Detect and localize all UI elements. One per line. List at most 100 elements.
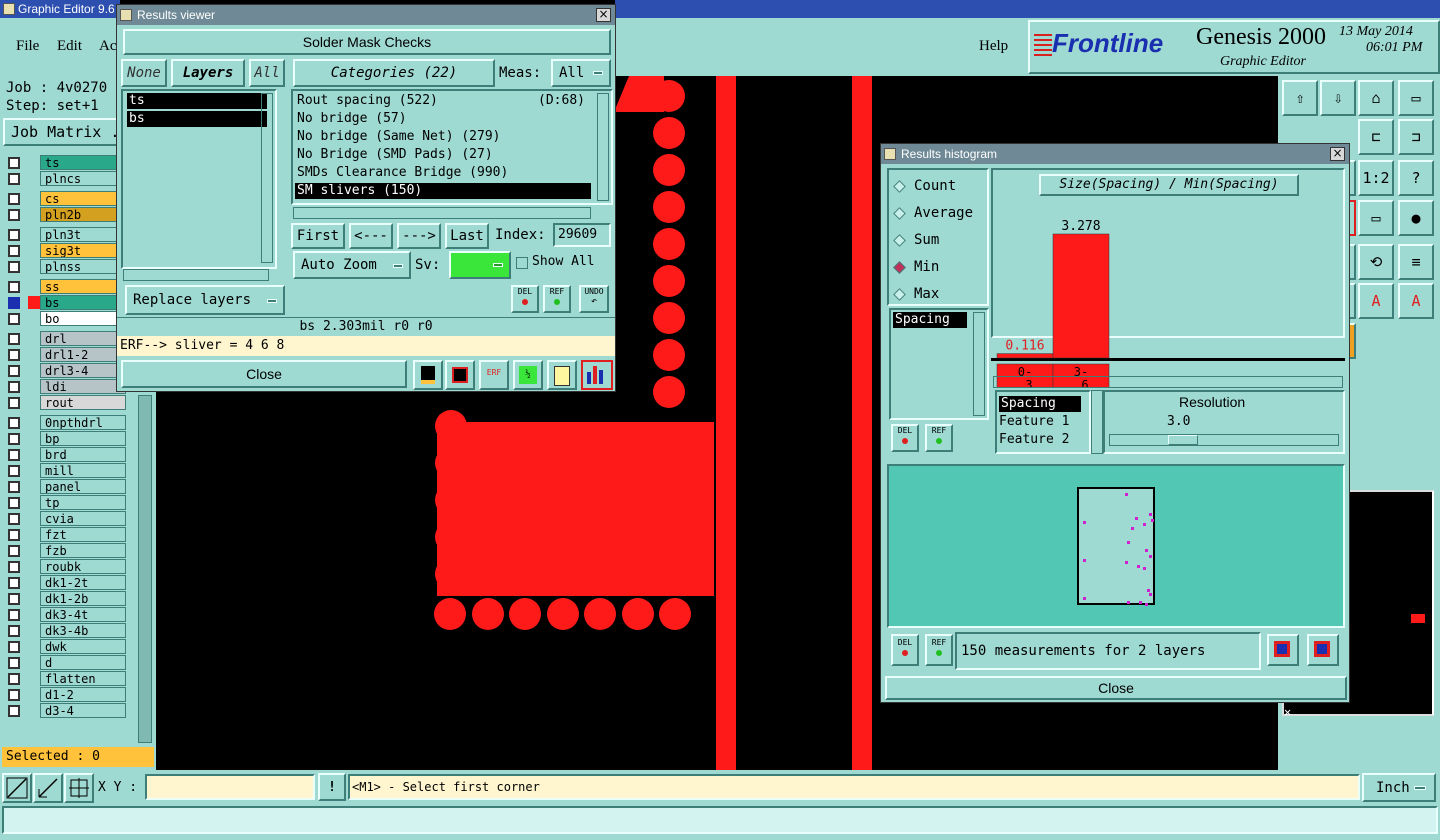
layer-row[interactable]: plncs [4, 171, 126, 186]
histogram-list-scrollbar[interactable] [973, 312, 985, 416]
layer-checkbox[interactable] [8, 172, 20, 185]
layer-name[interactable]: dk1-2t [40, 575, 126, 590]
mode-radio-max[interactable]: Max [893, 284, 939, 304]
layer-checkbox[interactable] [8, 364, 20, 377]
layer-row[interactable]: dwk [4, 639, 126, 654]
layer-checkbox[interactable] [8, 208, 20, 221]
layer-name[interactable]: fzb [40, 543, 126, 558]
layer-row[interactable]: flatten [4, 671, 126, 686]
zoom-out-icon[interactable] [1307, 634, 1339, 666]
layers-button[interactable]: Layers [171, 59, 245, 87]
mode-radio-sum[interactable]: Sum [893, 230, 939, 250]
layer-selection-list[interactable]: ts bs [121, 89, 277, 269]
layer-checkbox[interactable] [8, 380, 20, 393]
histogram-hscroll[interactable] [993, 376, 1343, 388]
layer-row[interactable]: pln2b [4, 207, 126, 222]
all-button[interactable]: All [249, 59, 285, 87]
undo-button[interactable]: UNDO ↶ [579, 285, 609, 313]
feature-scrollbar[interactable] [1091, 390, 1103, 454]
categories-button[interactable]: Categories (22) [293, 59, 495, 87]
layer-name[interactable]: cvia [40, 511, 126, 526]
layer-checkbox[interactable] [8, 192, 20, 205]
del-button[interactable]: DEL [891, 424, 919, 452]
layer-name[interactable]: dwk [40, 639, 126, 654]
mode-radio-average[interactable]: Average [893, 203, 973, 223]
layer-row[interactable]: ss [4, 279, 126, 294]
category-item[interactable]: Rout spacing (522) (D:68) [295, 93, 591, 109]
layer-row[interactable]: d3-4 [4, 703, 126, 718]
layer-name[interactable]: plnss [40, 259, 126, 274]
histogram-icon[interactable] [581, 360, 613, 390]
category-item[interactable]: No bridge (Same Net) (279) [295, 129, 591, 145]
layer-list-item[interactable]: ts [127, 93, 267, 109]
layer-name[interactable]: fzt [40, 527, 126, 542]
layer-row[interactable]: bs [4, 295, 126, 310]
histogram-bar[interactable] [996, 353, 1054, 359]
layer-name[interactable]: d [40, 655, 126, 670]
layer-checkbox[interactable] [8, 416, 20, 429]
category-scrollbar[interactable] [597, 93, 609, 201]
layer-row[interactable]: rout [4, 395, 126, 410]
help-icon[interactable]: ? [1398, 160, 1434, 196]
layer-name[interactable]: panel [40, 479, 126, 494]
layer-checkbox[interactable] [8, 260, 20, 273]
layer-row[interactable]: d [4, 655, 126, 670]
mode-radio-count[interactable]: Count [893, 176, 956, 196]
layer-checkbox[interactable] [8, 608, 20, 621]
layer-list-hscroll[interactable] [123, 269, 269, 281]
none-button[interactable]: None [121, 59, 167, 87]
layer-checkbox[interactable] [8, 704, 20, 717]
meas-dropdown[interactable]: All [551, 59, 611, 87]
layer-name[interactable]: bs [40, 295, 126, 310]
feature-item[interactable]: Feature 2 [999, 432, 1069, 447]
layer-name[interactable]: pln2b [40, 207, 126, 222]
layer-list-scrollbar[interactable] [261, 93, 273, 263]
erf-icon[interactable]: ERF [479, 360, 509, 390]
layer-row[interactable]: dk3-4b [4, 623, 126, 638]
layer-name[interactable]: d3-4 [40, 703, 126, 718]
next-button[interactable]: ---> [397, 223, 441, 249]
layer-checkbox[interactable] [8, 576, 20, 589]
window-icon[interactable]: ▭ [1398, 80, 1434, 116]
layer-row[interactable]: pln3t [4, 227, 126, 242]
layer-checkbox[interactable] [8, 640, 20, 653]
layer-row[interactable]: dk3-4t [4, 607, 126, 622]
histogram-list[interactable]: Spacing [889, 308, 989, 420]
histogram-close-button[interactable]: Close [885, 676, 1347, 700]
layer-name[interactable]: bo [40, 311, 126, 326]
triangle-x-icon[interactable]: A [1398, 283, 1434, 319]
category-item[interactable]: No Bridge (SMD Pads) (27) [295, 147, 591, 163]
layer-row[interactable]: brd [4, 447, 126, 462]
layer-icon[interactable] [413, 360, 443, 390]
one-two-icon[interactable]: ½ [513, 360, 543, 390]
category-item[interactable]: SM slivers (150) [295, 183, 591, 199]
menu-edit[interactable]: Edit [57, 38, 82, 55]
menu-actions[interactable]: Ac [99, 38, 117, 55]
layer-name[interactable]: mill [40, 463, 126, 478]
layer-checkbox[interactable] [8, 432, 20, 445]
export-icon[interactable]: ⇧ [1282, 80, 1318, 116]
layer-checkbox[interactable] [8, 688, 20, 701]
command-line[interactable] [2, 806, 1438, 834]
show-all-checkbox[interactable] [516, 257, 528, 269]
layer-row[interactable]: ldi [4, 379, 126, 394]
layer-row[interactable]: dk1-2b [4, 591, 126, 606]
layer-checkbox[interactable] [8, 592, 20, 605]
layer-name[interactable]: sig3t [40, 243, 126, 258]
category-item[interactable]: No bridge (57) [295, 111, 591, 127]
layer-checkbox[interactable] [8, 448, 20, 461]
slider-thumb[interactable] [1168, 435, 1198, 445]
feature-item[interactable]: Spacing [999, 396, 1081, 412]
menu-file[interactable]: File [16, 38, 39, 55]
feature-list[interactable]: Spacing Feature 1 Feature 2 [995, 390, 1091, 454]
layer-checkbox[interactable] [8, 244, 20, 257]
layer-name[interactable]: pln3t [40, 227, 126, 242]
zoom-fit-icon[interactable] [2, 773, 32, 803]
layer-row[interactable]: roubk [4, 559, 126, 574]
layer-checkbox[interactable] [8, 480, 20, 493]
layer-list-item[interactable]: bs [127, 111, 267, 127]
layer-row[interactable]: panel [4, 479, 126, 494]
xy-input[interactable] [145, 774, 315, 800]
histogram-list-item[interactable]: Spacing [893, 312, 967, 328]
layer-row[interactable]: bp [4, 431, 126, 446]
